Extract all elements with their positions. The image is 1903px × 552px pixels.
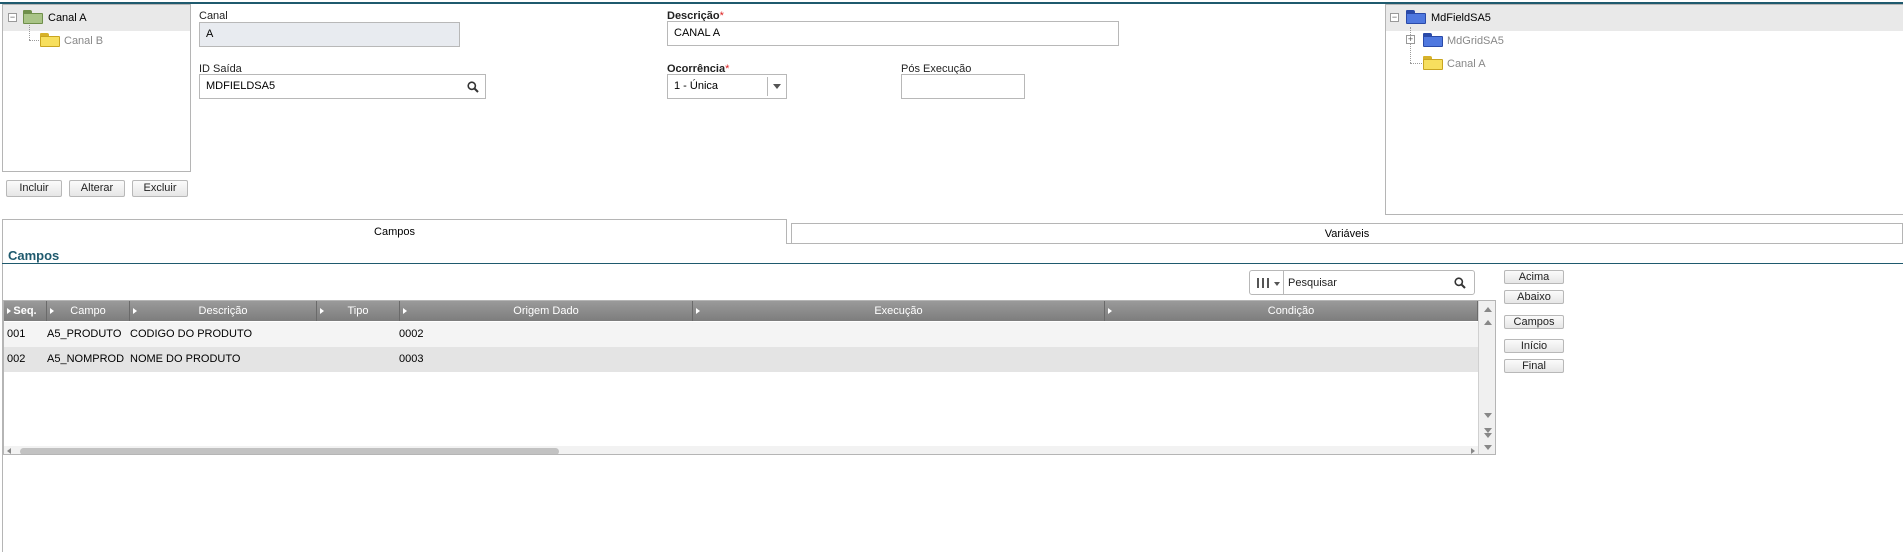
column-header-origem[interactable]: Origem Dado [400, 301, 693, 321]
tab-label: Variáveis [1324, 228, 1370, 240]
delete-button[interactable]: Excluir [132, 180, 188, 197]
expand-icon[interactable]: + [1406, 35, 1415, 44]
scroll-bottom-icon[interactable] [1479, 425, 1495, 439]
pos-execucao-field[interactable] [901, 74, 1025, 99]
structure-tree: − MdFieldSA5 + MdGridSA5 Canal A [1385, 4, 1903, 215]
column-header-execucao[interactable]: Execução [693, 301, 1105, 321]
cell-descricao: NOME DO PRODUTO [130, 353, 241, 365]
tree-item-label: Canal A [1447, 58, 1486, 70]
cell-campo: A5_PRODUTO [47, 328, 122, 340]
tab-campos[interactable]: Campos [2, 219, 787, 244]
folder-icon [40, 33, 60, 47]
first-button[interactable]: Início [1504, 339, 1564, 353]
descricao-field[interactable]: CANAL A [667, 21, 1119, 46]
channel-tree: − Canal A Canal B [2, 4, 191, 172]
tree-item-label: Canal A [48, 12, 87, 24]
table-header: Seq. Campo Descrição Tipo Origem Dado Ex… [4, 301, 1495, 321]
search-placeholder: Pesquisar [1288, 277, 1337, 289]
cell-descricao: CODIGO DO PRODUTO [130, 328, 253, 340]
horizontal-scroll-thumb[interactable] [20, 448, 559, 454]
cell-campo: A5_NOMPROD [47, 353, 125, 365]
column-header-seq[interactable]: Seq. [4, 301, 47, 321]
search-input[interactable]: Pesquisar [1283, 270, 1475, 295]
edit-button[interactable]: Alterar [69, 180, 125, 197]
move-up-button[interactable]: Acima [1504, 270, 1564, 284]
collapse-icon[interactable]: − [8, 13, 17, 22]
scroll-up-icon[interactable] [1479, 317, 1495, 329]
chevron-down-icon[interactable] [773, 84, 781, 89]
column-header-descricao[interactable]: Descrição [130, 301, 317, 321]
last-button[interactable]: Final [1504, 359, 1564, 373]
canal-field[interactable]: A [199, 22, 460, 47]
scroll-right-icon[interactable] [1471, 448, 1475, 454]
scroll-end-icon[interactable] [1479, 441, 1495, 453]
tree-item-label: Canal B [64, 35, 104, 47]
column-header-condicao[interactable]: Condição [1105, 301, 1478, 321]
column-chooser[interactable] [1249, 270, 1284, 295]
tree-item-label: MdFieldSA5 [1431, 12, 1491, 24]
cell-origem: 0002 [399, 328, 424, 340]
table-row[interactable]: 002 A5_NOMPROD NOME DO PRODUTO 0003 [4, 347, 1478, 372]
scroll-top-icon[interactable] [1479, 303, 1495, 317]
column-header-tipo[interactable]: Tipo [317, 301, 400, 321]
search-icon[interactable] [1454, 277, 1466, 289]
tree-item-canal-a-right[interactable]: Canal A [1386, 49, 1903, 75]
section-divider [2, 263, 1903, 264]
cell-seq: 001 [7, 328, 26, 340]
columns-icon [1257, 278, 1269, 288]
section-title: Campos [8, 248, 60, 263]
vertical-scrollbar[interactable] [1478, 301, 1495, 454]
scroll-down-icon[interactable] [1479, 409, 1495, 421]
id-saida-field[interactable]: MDFIELDSA5 [199, 74, 486, 99]
column-header-campo[interactable]: Campo [47, 301, 130, 321]
folder-open-icon [23, 10, 43, 24]
add-button[interactable]: Incluir [6, 180, 62, 197]
cell-origem: 0003 [399, 353, 424, 365]
canal-label: Canal [199, 10, 228, 22]
scroll-left-icon[interactable] [7, 448, 11, 454]
dropdown-divider [767, 77, 768, 96]
search-icon[interactable] [467, 81, 479, 93]
table-row[interactable]: 001 A5_PRODUTO CODIGO DO PRODUTO 0002 [4, 322, 1478, 347]
ocorrencia-select[interactable]: 1 - Única [667, 74, 787, 99]
cell-seq: 002 [7, 353, 26, 365]
horizontal-scrollbar[interactable] [4, 446, 1478, 454]
fields-button[interactable]: Campos [1504, 315, 1564, 329]
move-down-button[interactable]: Abaixo [1504, 290, 1564, 304]
tree-item-canal-b[interactable]: Canal B [3, 27, 190, 53]
tab-label: Campos [374, 226, 415, 238]
tree-item-label: MdGridSA5 [1447, 35, 1504, 47]
collapse-icon[interactable]: − [1390, 13, 1399, 22]
folder-icon [1423, 33, 1443, 47]
tab-variaveis[interactable]: Variáveis [791, 223, 1903, 244]
chevron-down-icon [1274, 282, 1280, 286]
folder-open-icon [1406, 10, 1426, 24]
folder-icon [1423, 56, 1443, 70]
fields-table: Seq. Campo Descrição Tipo Origem Dado Ex… [3, 300, 1496, 455]
